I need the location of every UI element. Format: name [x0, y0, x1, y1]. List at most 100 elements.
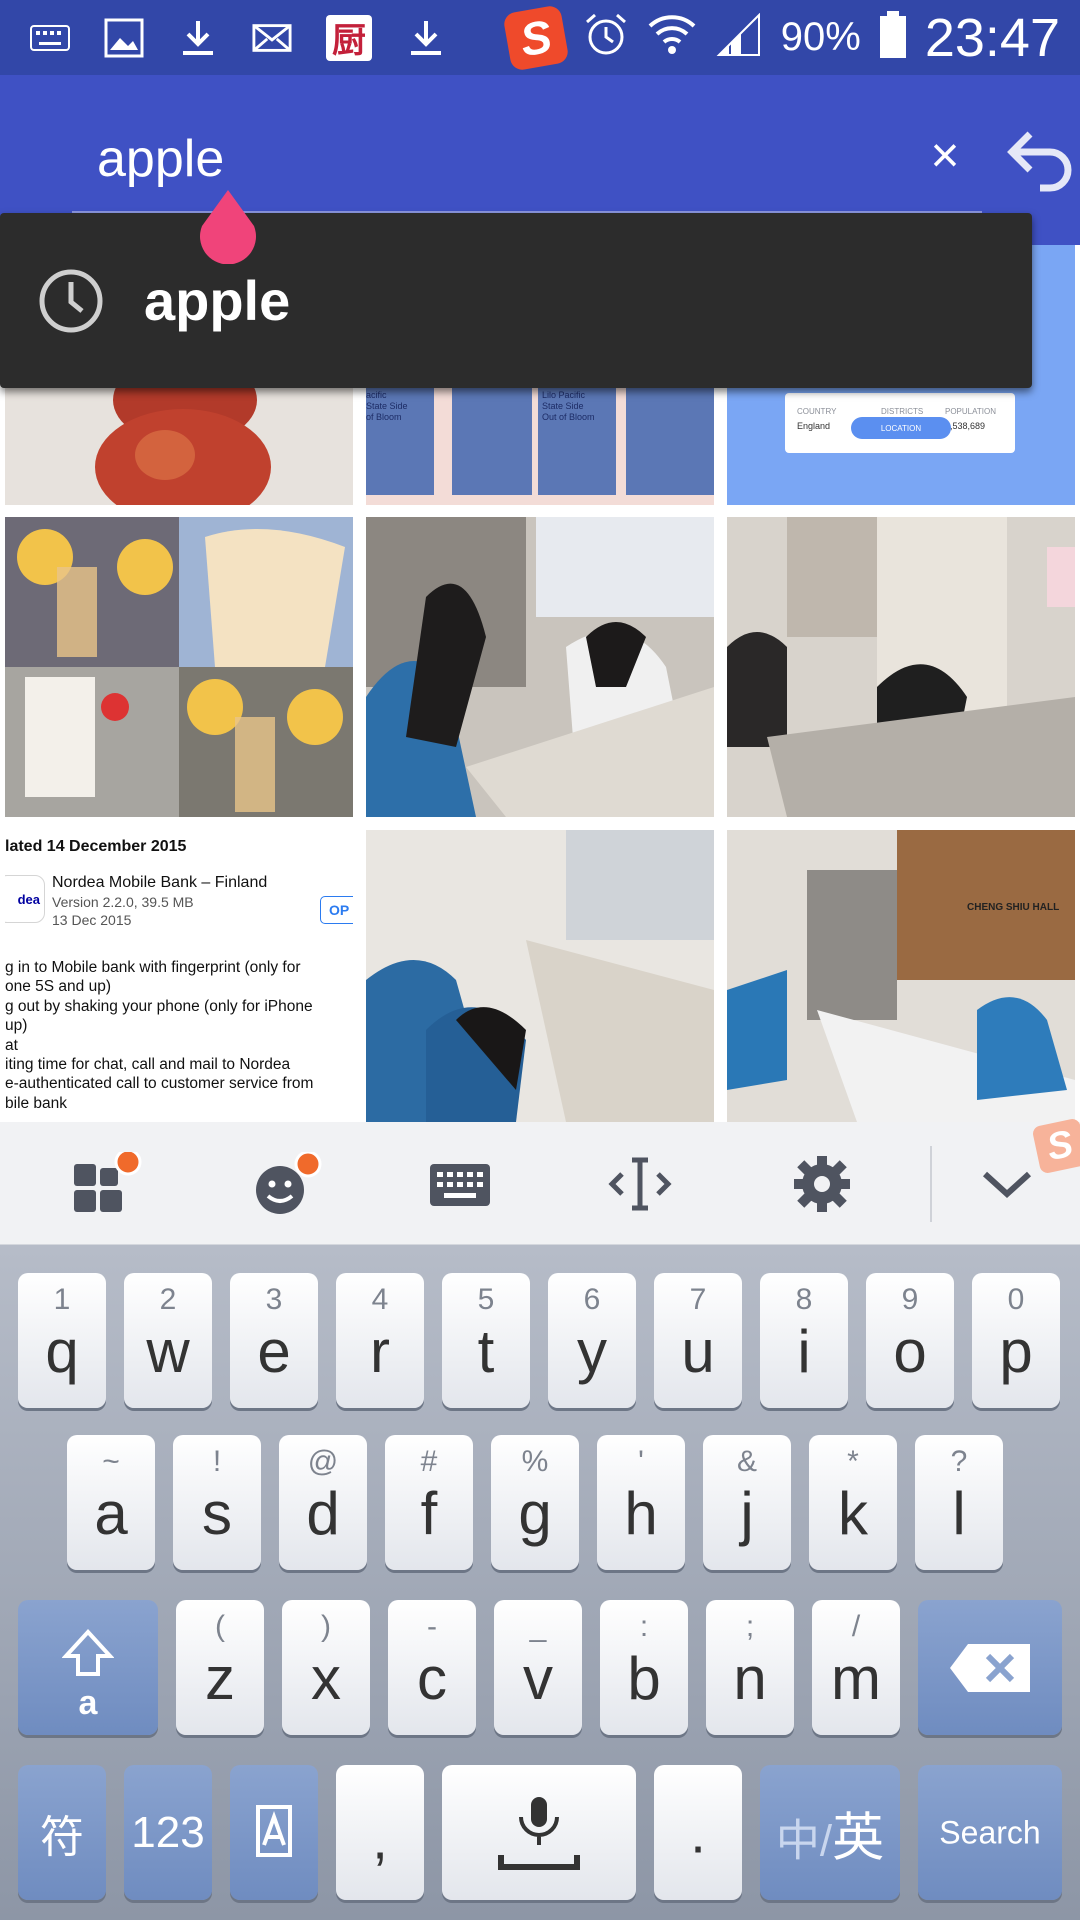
key-r[interactable]: 4r — [336, 1273, 424, 1408]
key-m[interactable]: / m — [812, 1600, 900, 1735]
close-icon: × — [930, 127, 960, 183]
population-value: 8,538,689 — [945, 421, 986, 431]
cursor-icon[interactable] — [608, 1152, 672, 1216]
key-x[interactable]: ) x — [282, 1600, 370, 1735]
event-image — [727, 830, 1075, 1122]
settings-icon[interactable] — [790, 1152, 854, 1216]
key-label: b — [627, 1645, 661, 1712]
key-a[interactable]: ~ a — [67, 1435, 155, 1570]
key-secondary-label: 1 — [53, 1283, 71, 1316]
key-label: j — [740, 1480, 754, 1547]
search-key[interactable]: Search — [918, 1765, 1062, 1900]
key-secondary-label: ? — [950, 1445, 968, 1478]
symbols-key[interactable]: 符 — [18, 1765, 106, 1900]
key-label: y — [577, 1318, 607, 1385]
backspace-key[interactable] — [918, 1600, 1062, 1735]
key-label: w — [146, 1318, 190, 1385]
key-w[interactable]: 2w — [124, 1273, 212, 1408]
input-mode-icon — [256, 1805, 292, 1857]
key-secondary-label: 7 — [689, 1283, 707, 1316]
key-s[interactable]: ! s — [173, 1435, 261, 1570]
alarm-icon — [583, 12, 629, 63]
back-button[interactable] — [1000, 120, 1080, 200]
key-secondary-label: 6 — [583, 1283, 601, 1316]
key-secondary-label: - — [427, 1610, 437, 1643]
key-o[interactable]: 9o — [866, 1273, 954, 1408]
comma-key[interactable]: , — [336, 1765, 424, 1900]
period-label: . — [690, 1801, 706, 1864]
key-f[interactable]: # f — [385, 1435, 473, 1570]
key-secondary-label: _ — [529, 1610, 547, 1643]
key-k[interactable]: * k — [809, 1435, 897, 1570]
key-secondary-label: * — [847, 1445, 859, 1478]
poster-text: acific — [366, 390, 387, 400]
poster-text: of Bloom — [366, 412, 402, 422]
clear-search-button[interactable]: × — [915, 125, 975, 185]
key-secondary-label: ' — [638, 1445, 644, 1478]
input-mode-key[interactable] — [230, 1765, 318, 1900]
key-y[interactable]: 6y — [548, 1273, 636, 1408]
key-label: k — [838, 1480, 868, 1547]
population-label: POPULATION — [945, 407, 996, 416]
shift-label: a — [78, 1684, 98, 1722]
key-g[interactable]: % g — [491, 1435, 579, 1570]
poster-text: State Side — [366, 401, 408, 411]
apps-icon[interactable] — [72, 1148, 142, 1216]
key-secondary-label: ) — [321, 1610, 331, 1643]
key-secondary-label: ~ — [102, 1445, 120, 1478]
country-value: England — [797, 421, 831, 431]
key-i[interactable]: 8i — [760, 1273, 848, 1408]
period-key[interactable]: . — [654, 1765, 742, 1900]
nordea-logo: dea — [5, 875, 45, 923]
download-icon — [178, 18, 218, 58]
key-v[interactable]: _ v — [494, 1600, 582, 1735]
space-key[interactable] — [442, 1765, 636, 1900]
key-q[interactable]: 1q — [18, 1273, 106, 1408]
keyboard-icon[interactable] — [428, 1152, 492, 1216]
battery-percent: 90% — [780, 15, 861, 59]
key-label: d — [306, 1480, 340, 1547]
result-smoothie-collage[interactable] — [5, 517, 353, 817]
key-secondary-label: 3 — [265, 1283, 283, 1316]
search-input[interactable]: apple — [97, 129, 224, 189]
wifi-icon — [647, 12, 697, 63]
key-label: m — [831, 1645, 881, 1712]
collapse-icon[interactable] — [975, 1152, 1039, 1216]
result-event-photo-2[interactable] — [727, 517, 1075, 817]
key-h[interactable]: ' h — [597, 1435, 685, 1570]
key-label: u — [681, 1318, 715, 1385]
key-j[interactable]: & j — [703, 1435, 791, 1570]
key-p[interactable]: 0p — [972, 1273, 1060, 1408]
key-t[interactable]: 5t — [442, 1273, 530, 1408]
key-d[interactable]: @ d — [279, 1435, 367, 1570]
key-label: l — [952, 1480, 966, 1547]
suggestion-item[interactable]: apple — [0, 213, 1032, 388]
key-secondary-label: & — [736, 1445, 757, 1478]
key-c[interactable]: -c — [388, 1600, 476, 1735]
result-event-photo-1[interactable] — [366, 517, 714, 817]
key-n[interactable]: ; n — [706, 1600, 794, 1735]
key-secondary-label: 4 — [371, 1283, 389, 1316]
result-event-photo-4[interactable]: CHENG SHIU HALL — [727, 830, 1075, 1122]
poster-text: Lilo Pacific — [542, 390, 586, 400]
key-label: t — [477, 1318, 495, 1385]
key-z[interactable]: (z — [176, 1600, 264, 1735]
key-l[interactable]: ? l — [915, 1435, 1003, 1570]
key-label: i — [797, 1318, 811, 1385]
shift-key[interactable]: a — [18, 1600, 158, 1735]
battery-icon — [879, 11, 907, 64]
key-label: n — [733, 1645, 767, 1712]
search-suggestion-list: apple — [0, 213, 1032, 388]
emoji-icon[interactable] — [254, 1150, 322, 1216]
text-cursor-handle[interactable] — [198, 190, 258, 265]
result-event-photo-3[interactable] — [366, 830, 714, 1122]
key-e[interactable]: 3e — [230, 1273, 318, 1408]
clock-time: 23:47 — [924, 7, 1060, 68]
numbers-key[interactable]: 123 — [124, 1765, 212, 1900]
result-app-screenshot[interactable]: lated 14 December 2015 dea Nordea Mobile… — [5, 830, 353, 1122]
sogou-icon: S — [502, 3, 570, 72]
key-b[interactable]: :b — [600, 1600, 688, 1735]
event-image — [366, 517, 714, 817]
key-u[interactable]: 7u — [654, 1273, 742, 1408]
language-key[interactable]: 中/英 — [760, 1765, 900, 1900]
